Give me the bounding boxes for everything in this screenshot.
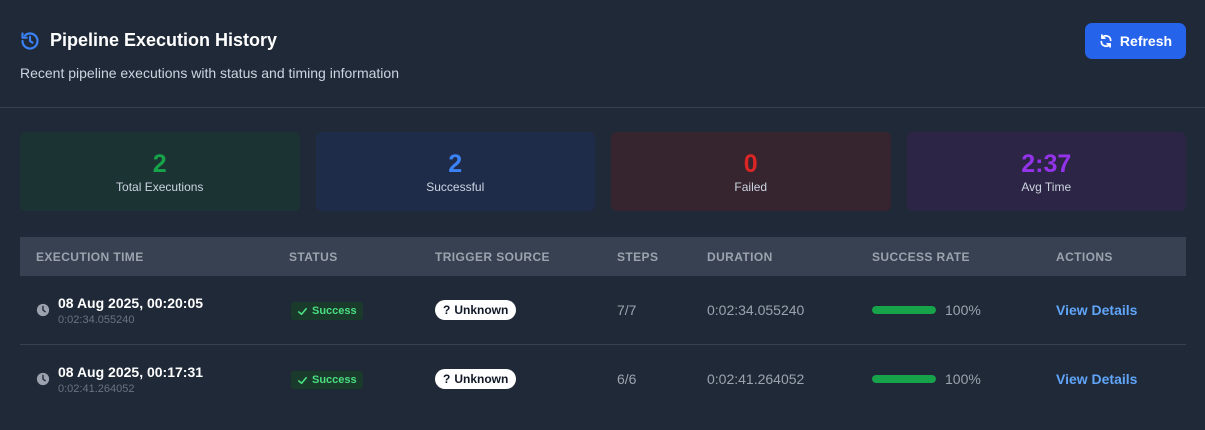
table-header: EXECUTION TIME STATUS TRIGGER SOURCE STE… xyxy=(20,237,1186,276)
execution-duration-sub: 0:02:41.264052 xyxy=(58,383,135,395)
duration-value: 0:02:41.264052 xyxy=(707,371,805,387)
stat-value: 2:37 xyxy=(1021,149,1072,178)
success-rate-bar xyxy=(872,306,936,314)
title-row: Pipeline Execution History xyxy=(20,30,277,51)
table-row: 08 Aug 2025, 00:20:05 0:02:34.055240 Suc… xyxy=(20,276,1186,345)
execution-time: 08 Aug 2025, 00:20:05 xyxy=(58,295,204,311)
sync-icon xyxy=(1100,34,1112,48)
column-header-actions: ACTIONS xyxy=(1056,250,1113,264)
executions-table: EXECUTION TIME STATUS TRIGGER SOURCE STE… xyxy=(20,237,1186,414)
question-icon: ? xyxy=(443,303,451,317)
status-badge: Success xyxy=(291,302,363,320)
clock-icon xyxy=(36,372,50,386)
stat-total-executions: 2 Total Executions xyxy=(20,132,300,211)
steps-value: 7/7 xyxy=(617,302,637,318)
stat-value: 2 xyxy=(448,149,463,178)
stats-row: 2 Total Executions 2 Successful 0 Failed… xyxy=(20,132,1186,211)
stat-value: 0 xyxy=(743,149,758,178)
success-rate-value: 100% xyxy=(945,371,981,387)
refresh-button[interactable]: Refresh xyxy=(1085,23,1186,59)
refresh-button-label: Refresh xyxy=(1119,33,1173,49)
steps-value: 6/6 xyxy=(617,371,637,387)
execution-duration-sub: 0:02:34.055240 xyxy=(58,314,135,326)
trigger-label: Unknown xyxy=(454,303,509,317)
stat-label: Total Executions xyxy=(116,179,204,194)
page-title: Pipeline Execution History xyxy=(50,30,278,50)
success-rate-fill xyxy=(872,306,936,314)
column-header-duration: DURATION xyxy=(707,250,773,264)
stat-label: Failed xyxy=(734,179,768,194)
stat-label: Successful xyxy=(426,179,485,194)
view-details-link[interactable]: View Details xyxy=(1056,302,1137,318)
table-row: 08 Aug 2025, 00:17:31 0:02:41.264052 Suc… xyxy=(20,345,1186,414)
success-rate-bar xyxy=(872,375,936,383)
page-subtitle: Recent pipeline executions with status a… xyxy=(20,65,399,81)
history-icon xyxy=(21,31,39,50)
column-header-status: STATUS xyxy=(289,250,338,264)
question-icon: ? xyxy=(443,372,451,386)
execution-time: 08 Aug 2025, 00:17:31 xyxy=(58,364,204,380)
stat-value: 2 xyxy=(152,149,167,178)
success-rate-fill xyxy=(872,375,936,383)
page-header: Pipeline Execution History Recent pipeli… xyxy=(0,0,1205,108)
status-label: Success xyxy=(312,305,357,317)
clock-icon xyxy=(36,303,50,317)
column-header-execution-time: EXECUTION TIME xyxy=(36,250,144,264)
stat-avg-time: 2:37 Avg Time xyxy=(906,132,1186,211)
success-rate-value: 100% xyxy=(945,302,981,318)
check-icon xyxy=(298,376,307,384)
column-header-steps: STEPS xyxy=(617,250,659,264)
stat-label: Avg Time xyxy=(1021,179,1072,194)
status-badge: Success xyxy=(291,371,363,389)
check-icon xyxy=(298,307,307,315)
trigger-label: Unknown xyxy=(454,372,509,386)
column-header-trigger-source: TRIGGER SOURCE xyxy=(435,250,550,264)
stat-failed: 0 Failed xyxy=(611,132,891,211)
duration-value: 0:02:34.055240 xyxy=(707,302,805,318)
view-details-link[interactable]: View Details xyxy=(1056,371,1137,387)
column-header-success-rate: SUCCESS RATE xyxy=(872,250,970,264)
status-label: Success xyxy=(312,374,357,386)
trigger-badge: ? Unknown xyxy=(435,369,517,389)
trigger-badge: ? Unknown xyxy=(435,300,517,320)
stat-successful: 2 Successful xyxy=(315,132,595,211)
